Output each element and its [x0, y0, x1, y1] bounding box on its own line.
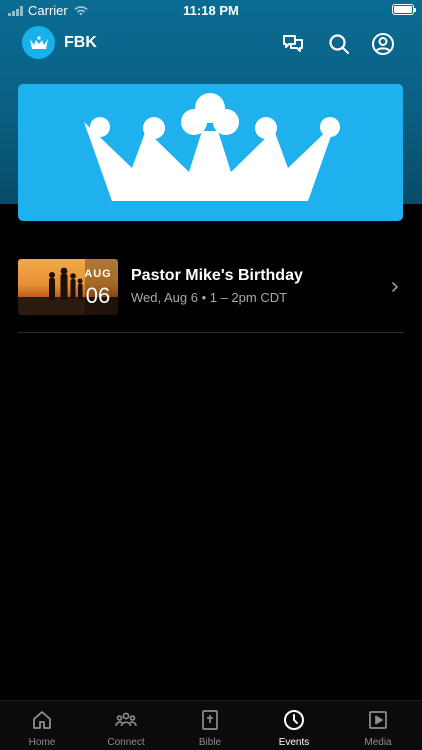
search-icon[interactable]: [327, 32, 351, 56]
tab-bible[interactable]: Bible: [168, 701, 252, 750]
clock-icon: [284, 710, 304, 730]
play-icon: [369, 711, 387, 729]
tab-label-home: Home: [28, 737, 56, 748]
org-logo-icon[interactable]: [22, 26, 55, 59]
status-bar: Carrier 11:18 PM: [0, 0, 422, 22]
tab-home[interactable]: Home: [0, 701, 84, 750]
org-name[interactable]: FBK: [64, 34, 97, 52]
top-navigation: FBK: [0, 26, 422, 60]
tab-label-bible: Bible: [198, 737, 222, 748]
app-screen: Carrier 11:18 PM FBK AUG 06 Pastor Mike'…: [0, 0, 422, 750]
chevron-right-icon: [392, 282, 398, 292]
tab-media[interactable]: Media: [336, 701, 420, 750]
crown-logo-icon: [84, 93, 340, 201]
list-divider: [18, 332, 404, 333]
battery-icon: [392, 4, 416, 15]
bible-icon: [202, 710, 218, 730]
home-icon: [33, 711, 51, 729]
tab-label-connect: Connect: [107, 737, 145, 748]
tab-connect[interactable]: Connect: [84, 701, 168, 750]
tab-events[interactable]: Events: [252, 701, 336, 750]
profile-icon[interactable]: [371, 32, 395, 56]
event-title: Pastor Mike's Birthday: [131, 267, 303, 284]
event-day: 06: [85, 283, 111, 308]
tab-label-media: Media: [364, 737, 392, 748]
event-thumbnail: AUG 06: [18, 259, 118, 315]
people-icon: [115, 712, 137, 727]
tab-label-events: Events: [278, 737, 310, 748]
status-time: 11:18 PM: [183, 3, 239, 18]
event-datetime: Wed, Aug 6 • 1 – 2pm CDT: [131, 290, 288, 305]
tab-bar: Home Connect Bible Events Media: [0, 700, 422, 750]
event-list-item[interactable]: AUG 06 Pastor Mike's Birthday Wed, Aug 6…: [18, 259, 404, 315]
event-month: AUG: [84, 268, 112, 280]
chat-icon[interactable]: [281, 32, 305, 56]
church-banner[interactable]: [18, 84, 403, 221]
